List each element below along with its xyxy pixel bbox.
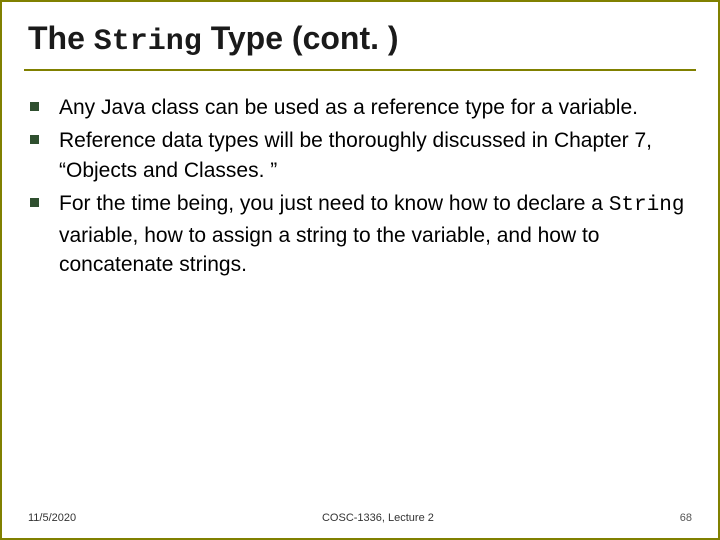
slide-footer: 11/5/2020 COSC-1336, Lecture 2 68 xyxy=(24,512,696,526)
title-pre: The xyxy=(28,20,94,56)
title-post: Type (cont. ) xyxy=(202,20,399,56)
bullet-mono: String xyxy=(609,194,685,217)
bullet-icon xyxy=(30,135,39,144)
bullet-text: For the time being, you just need to kno… xyxy=(59,189,696,279)
footer-course: COSC-1336, Lecture 2 xyxy=(76,512,680,524)
title-mono: String xyxy=(94,25,202,59)
bullet-post: variable, how to assign a string to the … xyxy=(59,224,599,276)
slide: The String Type (cont. ) Any Java class … xyxy=(0,0,720,540)
bullet-pre: For the time being, you just need to kno… xyxy=(59,192,609,215)
bullet-icon xyxy=(30,102,39,111)
bullet-text: Any Java class can be used as a referenc… xyxy=(59,93,638,122)
bullet-icon xyxy=(30,198,39,207)
bullet-text: Reference data types will be thoroughly … xyxy=(59,126,696,185)
footer-page: 68 xyxy=(680,512,692,524)
list-item: Any Java class can be used as a referenc… xyxy=(30,93,696,122)
slide-body: Any Java class can be used as a referenc… xyxy=(24,93,696,512)
slide-title: The String Type (cont. ) xyxy=(24,16,696,71)
list-item: Reference data types will be thoroughly … xyxy=(30,126,696,185)
footer-date: 11/5/2020 xyxy=(28,512,76,524)
list-item: For the time being, you just need to kno… xyxy=(30,189,696,279)
